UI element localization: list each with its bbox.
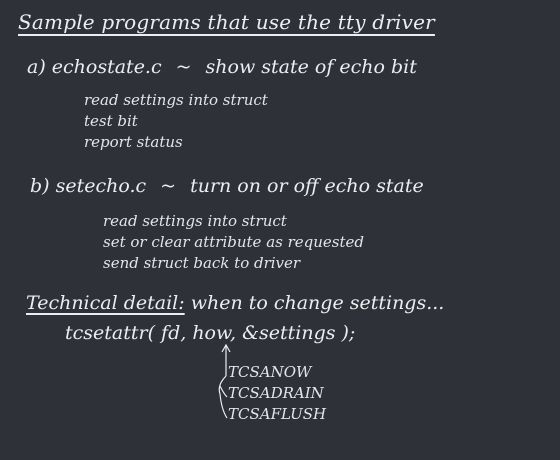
section-a-separator: ~ [175, 56, 192, 78]
section-a-step: test bit [84, 112, 138, 130]
technical-detail-text: when to change settings... [190, 292, 445, 314]
section-b-step: set or clear attribute as requested [103, 233, 364, 251]
section-a-description: show state of echo bit [205, 56, 417, 78]
section-b-step: read settings into struct [103, 212, 287, 230]
section-a-step: read settings into struct [84, 91, 268, 109]
section-a-label: a) echostate.c [27, 56, 162, 78]
section-b-heading: b) setecho.c ~ turn on or off echo state [30, 175, 424, 197]
page-title: Sample programs that use the tty driver [18, 10, 435, 34]
section-b-separator: ~ [160, 175, 177, 197]
section-b-steps: read settings into struct set or clear a… [103, 211, 364, 274]
technical-detail: Technical detail: when to change setting… [26, 292, 444, 314]
section-b-step: send struct back to driver [103, 254, 301, 272]
section-a-heading: a) echostate.c ~ show state of echo bit [27, 56, 417, 78]
options-list: TCSANOW TCSADRAIN TCSAFLUSH [228, 362, 326, 425]
option-item: TCSANOW [228, 363, 312, 381]
section-a-step: report status [84, 133, 183, 151]
section-b-label: b) setecho.c [30, 175, 147, 197]
section-a-steps: read settings into struct test bit repor… [84, 90, 268, 153]
option-item: TCSADRAIN [228, 384, 324, 402]
technical-detail-label: Technical detail: [26, 292, 185, 314]
section-b-description: turn on or off echo state [190, 175, 424, 197]
option-item: TCSAFLUSH [228, 405, 327, 423]
code-call: tcsetattr( fd, how, &settings ); [65, 322, 356, 344]
